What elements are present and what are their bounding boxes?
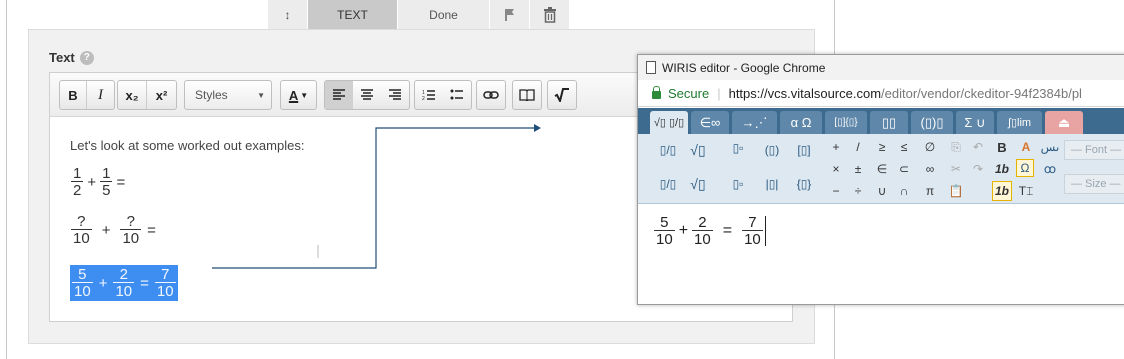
tab-scripts[interactable]: ▯▯ bbox=[870, 111, 908, 134]
subset-icon[interactable]: ⊂ bbox=[894, 159, 914, 179]
pi-icon[interactable]: π bbox=[920, 181, 940, 201]
equals-sign: = bbox=[722, 222, 733, 239]
redo-icon[interactable]: ↷ bbox=[968, 159, 988, 179]
tab-calculus[interactable]: ∫▯lim bbox=[997, 111, 1042, 134]
infinity-icon[interactable]: ∞ bbox=[920, 159, 940, 179]
bold-icon[interactable]: B bbox=[992, 137, 1012, 157]
page-icon bbox=[646, 61, 656, 74]
popup-title: WIRIS editor - Google Chrome bbox=[662, 60, 826, 75]
cut-icon[interactable]: ✂ bbox=[946, 159, 966, 179]
geq-icon[interactable]: ≥ bbox=[872, 137, 892, 157]
url-path: /editor/vendor/ckeditor-94f2384b/pl bbox=[881, 85, 1082, 101]
tab-symbols[interactable]: ∈∞ bbox=[691, 111, 729, 134]
union-icon[interactable]: ∪ bbox=[872, 181, 892, 201]
subscript-icon[interactable]: ▯▫ bbox=[728, 174, 748, 194]
undo-icon[interactable]: ↶ bbox=[968, 137, 988, 157]
font-dropdown[interactable]: — Font — bbox=[1064, 140, 1124, 160]
leq-icon[interactable]: ≤ bbox=[894, 137, 914, 157]
paste-icon[interactable]: 📋 bbox=[946, 181, 966, 201]
popup-titlebar: WIRIS editor - Google Chrome bbox=[638, 55, 1124, 80]
omega-icon[interactable]: Ω bbox=[1016, 159, 1034, 177]
divide-icon[interactable]: ÷ bbox=[848, 181, 868, 201]
element-of-icon[interactable]: ∈ bbox=[872, 159, 892, 179]
numerator: 5 bbox=[660, 214, 669, 231]
address-bar[interactable]: Secure | https://vcs.vitalsource.com/edi… bbox=[638, 80, 1124, 107]
fraction: 2 10 bbox=[692, 215, 713, 247]
wiris-editor-popup: WIRIS editor - Google Chrome Secure | ht… bbox=[637, 54, 1124, 305]
color-icon[interactable]: A bbox=[1016, 137, 1036, 157]
times-icon[interactable]: × bbox=[826, 159, 846, 179]
denominator: 10 bbox=[692, 230, 713, 248]
handwriting-icon[interactable]: ꝏ bbox=[1040, 159, 1060, 179]
braces-icon[interactable]: {▯} bbox=[794, 174, 814, 194]
absolute-icon[interactable]: |▯| bbox=[762, 174, 782, 194]
fraction: 7 10 bbox=[742, 215, 763, 247]
fraction: 5 10 bbox=[654, 215, 675, 247]
denominator: 10 bbox=[742, 230, 763, 248]
brackets-icon[interactable]: [▯] bbox=[794, 140, 814, 160]
formula-input[interactable]: 5 10 + 2 10 = 7 10 bbox=[654, 215, 766, 247]
arabic-icon[interactable]: ىس bbox=[1040, 137, 1060, 157]
intersection-icon[interactable]: ∩ bbox=[894, 181, 914, 201]
slash-icon[interactable]: / bbox=[848, 137, 868, 157]
tab-decorations[interactable]: (▯)▯ bbox=[911, 111, 953, 134]
nth-root-icon[interactable]: √▯ bbox=[688, 174, 708, 194]
text-cursor bbox=[764, 216, 766, 246]
plus-sign: + bbox=[678, 222, 689, 239]
wiris-tab-bar: √▯ ▯/▯ ∈∞ →⋰ α Ω [▯]{▯} ▯▯ (▯)▯ Σ ∪ ∫▯li… bbox=[638, 108, 1124, 134]
tab-contextual[interactable]: ⏏ bbox=[1045, 111, 1083, 134]
plus-minus-icon[interactable]: ± bbox=[848, 159, 868, 179]
math-mode-icon[interactable]: 1b bbox=[992, 181, 1012, 201]
bevelled-fraction-icon[interactable]: ▯/▯ bbox=[658, 174, 678, 194]
minus-icon[interactable]: − bbox=[826, 181, 846, 201]
sqrt-icon[interactable]: √▯ bbox=[688, 140, 708, 160]
italic-icon[interactable]: 1b bbox=[992, 159, 1012, 179]
tab-arrows[interactable]: →⋰ bbox=[732, 111, 777, 134]
denominator: 10 bbox=[654, 230, 675, 248]
fraction-icon[interactable]: ▯/▯ bbox=[658, 140, 678, 160]
secure-label: Secure bbox=[668, 85, 710, 101]
empty-set-icon[interactable]: ∅ bbox=[920, 137, 940, 157]
lock-icon bbox=[652, 86, 661, 99]
copy-icon[interactable]: ⎘ bbox=[946, 137, 966, 157]
size-dropdown[interactable]: — Size — bbox=[1064, 174, 1124, 194]
superscript-icon[interactable]: ▯▫ bbox=[728, 138, 748, 158]
tab-matrices[interactable]: [▯]{▯} bbox=[825, 111, 867, 134]
url-host: https://vcs.vitalsource.com bbox=[728, 85, 882, 101]
symbol-palette: ▯/▯ √▯ ▯▫ (▯) [▯] ▯/▯ √▯ ▯▫ |▯| {▯} + / … bbox=[638, 134, 1124, 204]
tab-general[interactable]: √▯ ▯/▯ bbox=[650, 111, 688, 134]
plus-icon[interactable]: + bbox=[826, 137, 846, 157]
numerator: 7 bbox=[748, 214, 757, 231]
parentheses-icon[interactable]: (▯) bbox=[762, 140, 782, 160]
numerator: 2 bbox=[698, 214, 707, 231]
tab-greek[interactable]: α Ω bbox=[780, 111, 822, 134]
tab-big-operators[interactable]: Σ ∪ bbox=[956, 111, 994, 134]
text-mode-icon[interactable]: T⌶ bbox=[1016, 181, 1036, 201]
